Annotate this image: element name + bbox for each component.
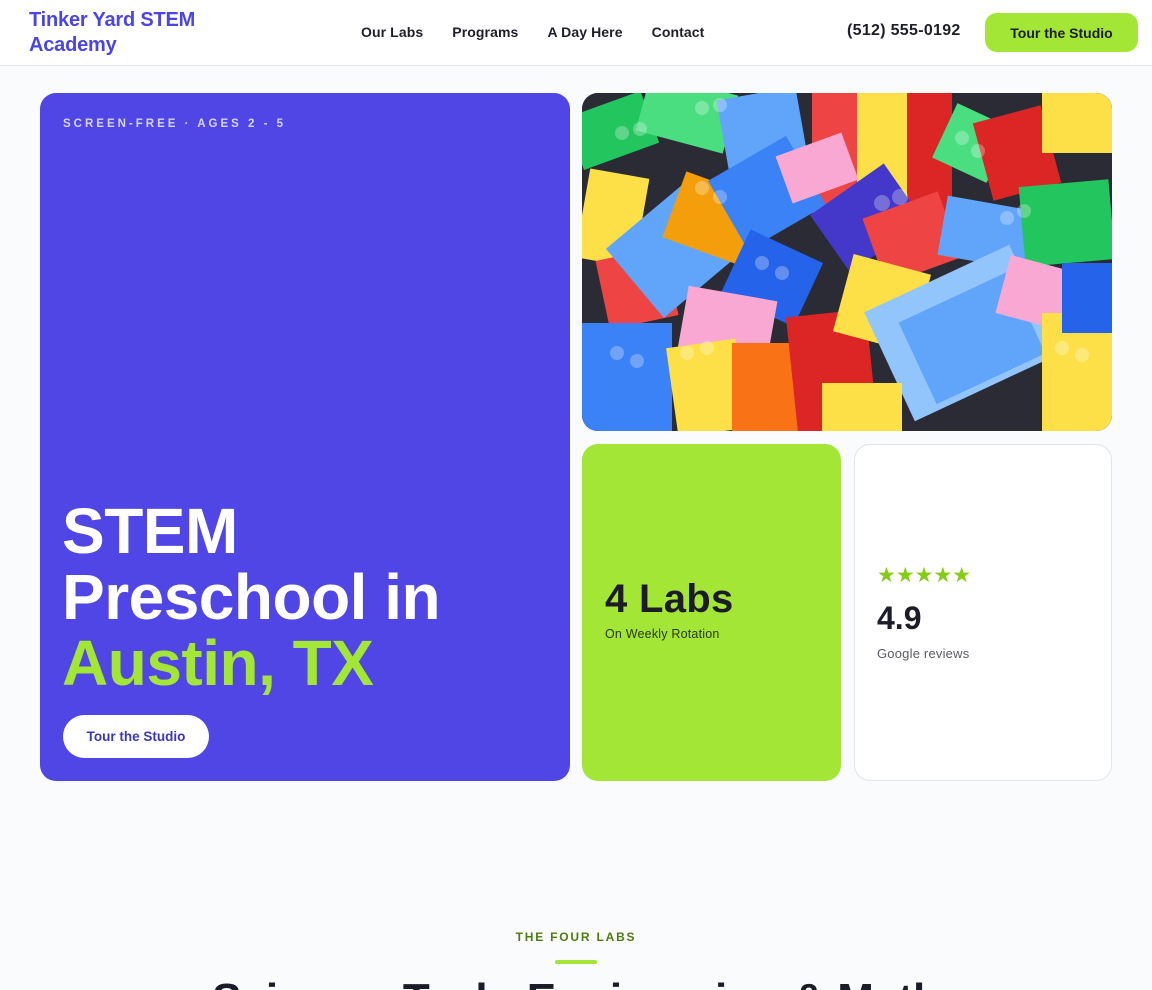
site-header: Tinker Yard STEM Academy Our Labs Progra… [0, 0, 1152, 66]
labs-label: On Weekly Rotation [605, 627, 720, 641]
hero-title-accent: Austin, TX [62, 627, 374, 699]
building-blocks-photo [582, 93, 1112, 431]
tour-studio-button[interactable]: Tour the Studio [985, 13, 1138, 52]
hero-card: SCREEN-FREE · AGES 2 - 5 STEM Preschool … [40, 93, 570, 781]
phone-number[interactable]: (512) 555-0192 [847, 22, 961, 40]
hero-title: STEM Preschool in Austin, TX [62, 498, 562, 696]
section-eyebrow: THE FOUR LABS [515, 930, 637, 944]
main-nav: Our Labs Programs A Day Here Contact [361, 23, 704, 41]
nav-link-a-day-here[interactable]: A Day Here [547, 23, 622, 41]
labs-stat-card: 4 Labs On Weekly Rotation [582, 444, 841, 781]
section-divider [555, 960, 597, 964]
hero-title-line-2: Preschool in [62, 561, 441, 633]
rating-value: 4.9 [877, 600, 922, 636]
reviews-card: ★★★★★ 4.9 Google reviews [854, 444, 1112, 781]
hero-tour-button[interactable]: Tour the Studio [63, 715, 209, 758]
rating-source: Google reviews [877, 646, 970, 661]
section-title: Science, Tech, Engineering & Math [0, 975, 1152, 990]
brand-logo[interactable]: Tinker Yard STEM Academy [29, 8, 229, 58]
labs-count: 4 Labs [605, 577, 734, 621]
hero-title-line-1: STEM [62, 495, 238, 567]
nav-link-programs[interactable]: Programs [452, 23, 518, 41]
nav-link-our-labs[interactable]: Our Labs [361, 23, 423, 41]
blocks-illustration [582, 93, 1112, 431]
hero-eyebrow: SCREEN-FREE · AGES 2 - 5 [63, 118, 287, 130]
nav-link-contact[interactable]: Contact [652, 23, 705, 41]
star-rating-icon: ★★★★★ [877, 564, 972, 587]
